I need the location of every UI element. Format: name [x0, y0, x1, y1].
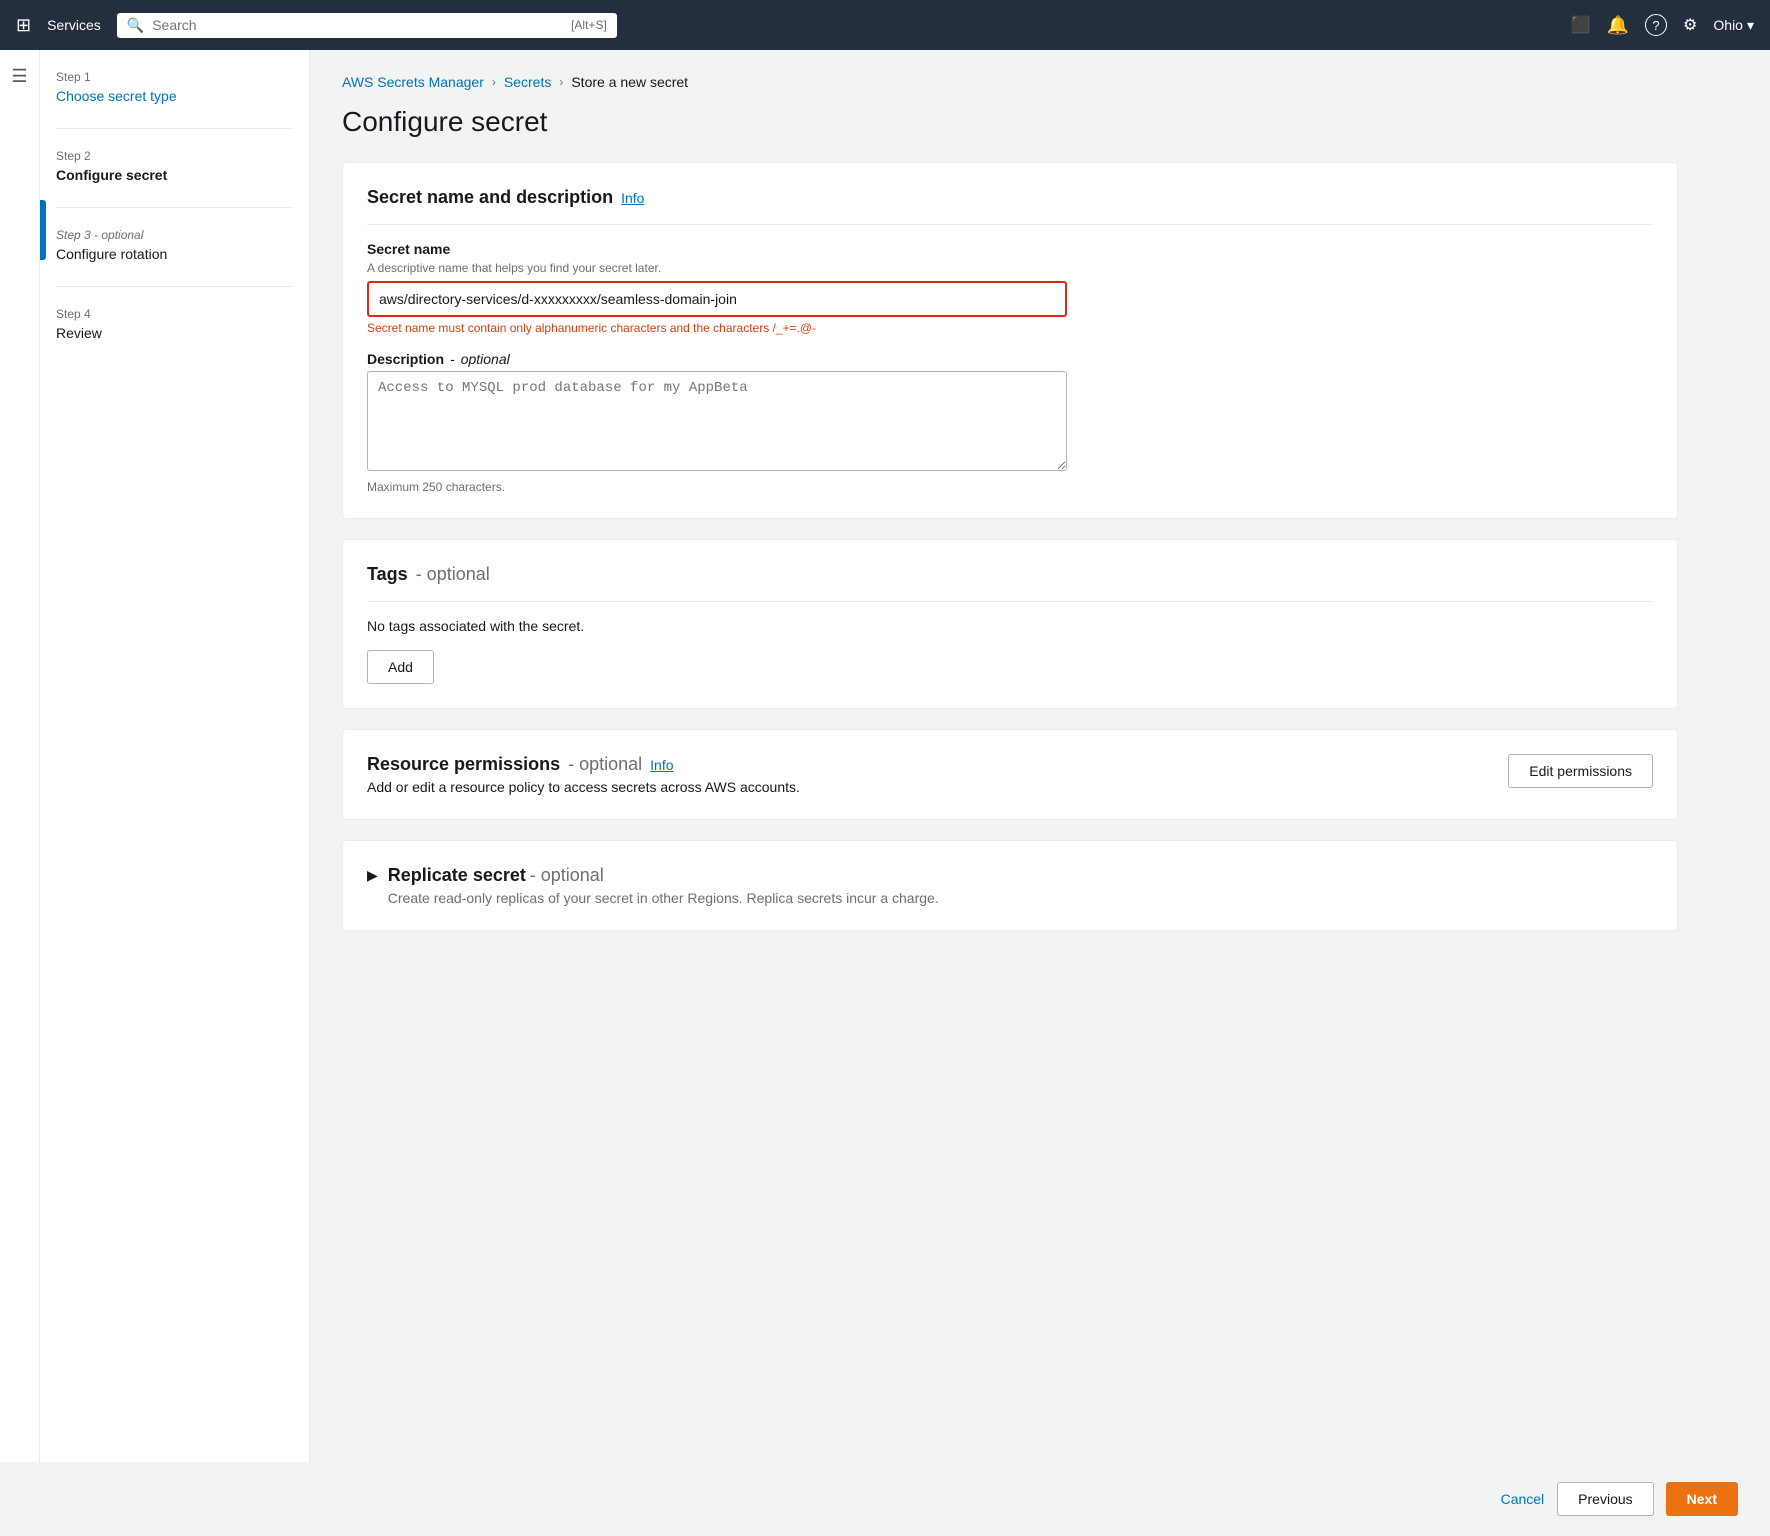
- footer-actions: Cancel Previous Next: [0, 1462, 1770, 1536]
- replicate-title: Replicate secret: [388, 865, 526, 885]
- step-1-label: Step 1: [56, 70, 293, 84]
- region-selector[interactable]: Ohio ▾: [1713, 17, 1754, 34]
- breadcrumb-aws-secrets-manager[interactable]: AWS Secrets Manager: [342, 74, 484, 90]
- step-4-nav: Step 4 Review: [56, 307, 293, 341]
- step-1-link[interactable]: Choose secret type: [56, 88, 177, 104]
- breadcrumb-sep-1: ›: [492, 75, 496, 89]
- tags-card: Tags - optional No tags associated with …: [342, 539, 1678, 709]
- terminal-icon[interactable]: ⬛: [1571, 15, 1591, 35]
- resource-perm-header: Resource permissions - optional Info Add…: [367, 754, 1653, 795]
- description-textarea[interactable]: [367, 371, 1067, 471]
- secret-name-card: Secret name and description Info Secret …: [342, 162, 1678, 519]
- search-bar[interactable]: 🔍 [Alt+S]: [117, 13, 617, 38]
- step-1-nav: Step 1 Choose secret type: [56, 70, 293, 104]
- secret-name-card-title: Secret name and description Info: [367, 187, 1653, 208]
- help-icon[interactable]: ?: [1645, 14, 1667, 36]
- resource-perm-text-area: Resource permissions - optional Info Add…: [367, 754, 800, 795]
- services-nav-label[interactable]: Services: [47, 17, 101, 33]
- hamburger-icon: ☰: [11, 66, 27, 87]
- secret-name-input[interactable]: [367, 281, 1067, 317]
- add-tag-button[interactable]: Add: [367, 650, 434, 684]
- steps-sidebar: Step 1 Choose secret type Step 2 Configu…: [40, 50, 310, 1462]
- replicate-expand-icon[interactable]: ▶: [367, 867, 378, 884]
- bell-icon[interactable]: 🔔: [1607, 15, 1629, 36]
- grid-icon[interactable]: ⊞: [16, 15, 31, 36]
- top-navigation: ⊞ Services 🔍 [Alt+S] ⬛ 🔔 ? ⚙ Ohio ▾: [0, 0, 1770, 50]
- app-layout: ☰ Step 1 Choose secret type Step 2 Confi…: [0, 50, 1770, 1462]
- step-4-title: Review: [56, 325, 102, 341]
- resource-perm-title: Resource permissions - optional Info: [367, 754, 800, 775]
- step-2-title: Configure secret: [56, 167, 167, 183]
- cancel-button[interactable]: Cancel: [1500, 1482, 1546, 1516]
- replicate-title-area: Replicate secret - optional Create read-…: [388, 865, 939, 906]
- secret-name-info-link[interactable]: Info: [621, 190, 644, 206]
- secret-name-field-label: Secret name: [367, 241, 1653, 257]
- step-3-title: Configure rotation: [56, 246, 167, 262]
- page-title: Configure secret: [342, 106, 1678, 138]
- step-2-nav: Step 2 Configure secret: [56, 149, 293, 183]
- step-2-label: Step 2: [56, 149, 293, 163]
- secret-name-error-msg: Secret name must contain only alphanumer…: [367, 321, 1653, 335]
- edit-permissions-button[interactable]: Edit permissions: [1508, 754, 1653, 788]
- breadcrumb-secrets[interactable]: Secrets: [504, 74, 551, 90]
- description-max-chars: Maximum 250 characters.: [367, 480, 1653, 494]
- secret-name-field-group: Secret name A descriptive name that help…: [367, 241, 1653, 335]
- no-tags-message: No tags associated with the secret.: [367, 618, 1653, 634]
- step-1-divider: [56, 128, 293, 129]
- breadcrumb-sep-2: ›: [559, 75, 563, 89]
- search-shortcut: [Alt+S]: [571, 18, 607, 32]
- replicate-optional: - optional: [530, 865, 604, 885]
- nav-icons-group: ⬛ 🔔 ? ⚙ Ohio ▾: [1571, 14, 1754, 36]
- replicate-secret-card: ▶ Replicate secret - optional Create rea…: [342, 840, 1678, 931]
- step-3-label: Step 3 - optional: [56, 228, 293, 242]
- card-divider-1: [367, 224, 1653, 225]
- next-button[interactable]: Next: [1666, 1482, 1738, 1516]
- settings-icon[interactable]: ⚙: [1683, 15, 1697, 35]
- step-3-nav: Step 3 - optional Configure rotation: [56, 228, 293, 262]
- replicate-description: Create read-only replicas of your secret…: [388, 890, 939, 906]
- tags-card-divider: [367, 601, 1653, 602]
- step-3-divider: [56, 286, 293, 287]
- accent-bar: [40, 200, 46, 260]
- resource-permissions-card: Resource permissions - optional Info Add…: [342, 729, 1678, 820]
- step-4-label: Step 4: [56, 307, 293, 321]
- main-content: AWS Secrets Manager › Secrets › Store a …: [310, 50, 1710, 1462]
- description-field-group: Description - optional Maximum 250 chara…: [367, 351, 1653, 494]
- tags-card-title: Tags - optional: [367, 564, 1653, 585]
- secret-name-hint: A descriptive name that helps you find y…: [367, 261, 1653, 275]
- description-field-label: Description - optional: [367, 351, 1653, 367]
- replicate-header: ▶ Replicate secret - optional Create rea…: [367, 865, 1653, 906]
- previous-button[interactable]: Previous: [1557, 1482, 1653, 1516]
- search-icon: 🔍: [127, 17, 144, 34]
- sidebar-toggle[interactable]: ☰: [0, 50, 40, 1462]
- breadcrumb: AWS Secrets Manager › Secrets › Store a …: [342, 74, 1678, 90]
- breadcrumb-current: Store a new secret: [571, 74, 688, 90]
- search-input[interactable]: [152, 17, 563, 33]
- resource-perm-info-link[interactable]: Info: [650, 757, 673, 773]
- resource-perm-description: Add or edit a resource policy to access …: [367, 779, 800, 795]
- step-2-divider: [56, 207, 293, 208]
